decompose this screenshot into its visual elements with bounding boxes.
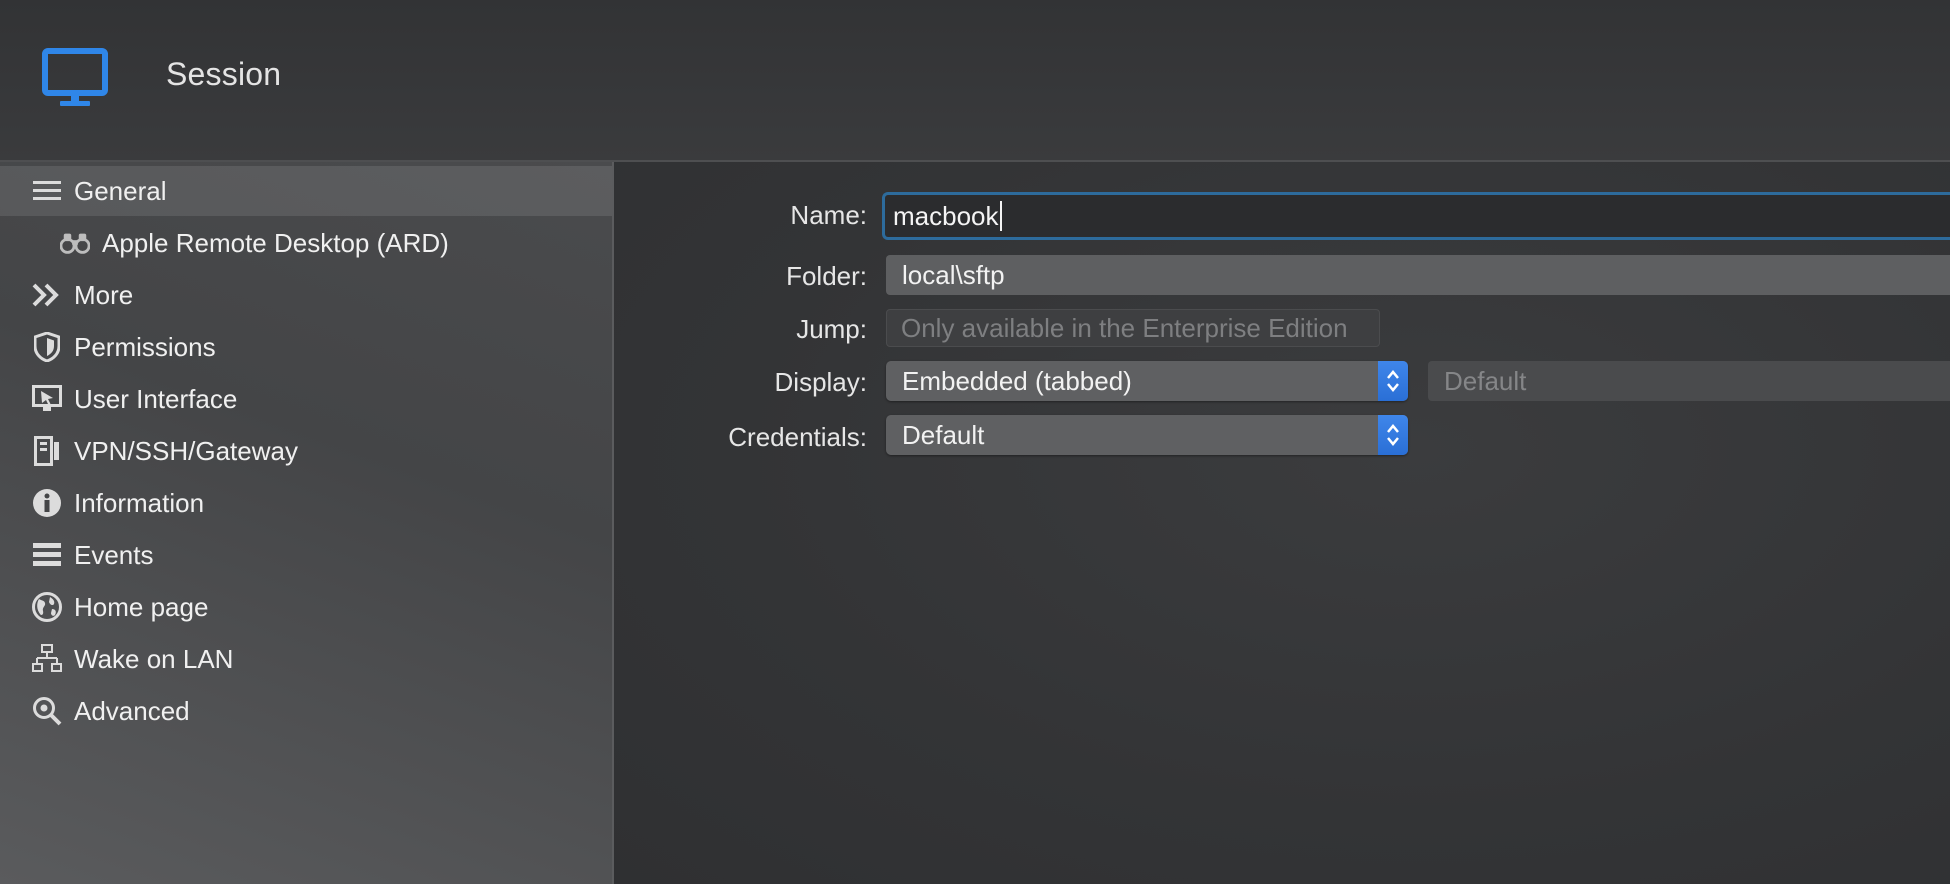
display-secondary-value: Default [1444, 365, 1527, 396]
gateway-icon [32, 436, 62, 466]
header-bar: Session [0, 0, 1950, 162]
monitor-icon [42, 48, 108, 106]
sidebar-item-label: Apple Remote Desktop (ARD) [102, 227, 449, 258]
name-field-value: macbook [893, 200, 999, 231]
display-secondary-field: Default [1428, 361, 1950, 401]
folder-label: Folder: [786, 261, 867, 291]
sidebar-item-ard[interactable]: Apple Remote Desktop (ARD) [0, 218, 612, 268]
text-caret [999, 201, 1002, 231]
chevron-updown-icon[interactable] [1378, 361, 1408, 401]
chevron-updown-icon[interactable] [1378, 415, 1408, 455]
globe-icon [32, 592, 62, 622]
jump-field-placeholder: Only available in the Enterprise Edition [901, 312, 1348, 343]
credentials-select[interactable]: Default [886, 415, 1408, 455]
sidebar-item-label: Permissions [74, 331, 216, 362]
sidebar-item-label: User Interface [74, 383, 238, 414]
sidebar-item-home-page[interactable]: Home page [0, 582, 612, 632]
double-chevron-icon [32, 280, 62, 310]
page-title: Session [166, 56, 282, 92]
name-label: Name: [790, 200, 867, 230]
shield-icon [32, 332, 62, 362]
sidebar-item-label: Advanced [74, 695, 190, 726]
jump-field: Only available in the Enterprise Edition [886, 309, 1380, 347]
binoculars-icon [60, 228, 90, 258]
credentials-select-value: Default [902, 419, 985, 450]
sidebar: General Apple Remote Desktop (ARD) More … [0, 162, 614, 884]
sidebar-item-label: General [74, 175, 167, 206]
sidebar-item-vpn[interactable]: VPN/SSH/Gateway [0, 426, 612, 476]
sidebar-item-wake-on-lan[interactable]: Wake on LAN [0, 634, 612, 684]
network-icon [32, 644, 62, 674]
folder-field-value: local\sftp [902, 259, 1005, 290]
magnifier-gear-icon [32, 696, 62, 726]
sidebar-item-label: Events [74, 539, 154, 570]
credentials-label: Credentials: [728, 422, 867, 452]
sidebar-item-permissions[interactable]: Permissions [0, 322, 612, 372]
sidebar-item-information[interactable]: Information [0, 478, 612, 528]
display-select[interactable]: Embedded (tabbed) [886, 361, 1408, 401]
sidebar-item-advanced[interactable]: Advanced [0, 686, 612, 736]
sidebar-item-label: Information [74, 487, 205, 518]
folder-field[interactable]: local\sftp [886, 255, 1950, 295]
sidebar-item-user-interface[interactable]: User Interface [0, 374, 612, 424]
display-select-value: Embedded (tabbed) [902, 365, 1132, 396]
sidebar-item-events[interactable]: Events [0, 530, 612, 580]
sidebar-item-more[interactable]: More [0, 270, 612, 320]
sidebar-item-label: Home page [74, 591, 209, 622]
sidebar-item-label: Wake on LAN [74, 643, 234, 674]
sidebar-item-label: VPN/SSH/Gateway [74, 435, 298, 466]
sidebar-item-label: More [74, 279, 134, 310]
events-icon [32, 540, 62, 570]
screen-pointer-icon [32, 384, 62, 414]
list-icon [32, 176, 62, 206]
info-icon [32, 488, 62, 518]
jump-label: Jump: [796, 314, 867, 344]
name-field[interactable]: macbook [882, 192, 1950, 240]
display-label: Display: [774, 367, 867, 397]
sidebar-item-general[interactable]: General [0, 166, 612, 216]
